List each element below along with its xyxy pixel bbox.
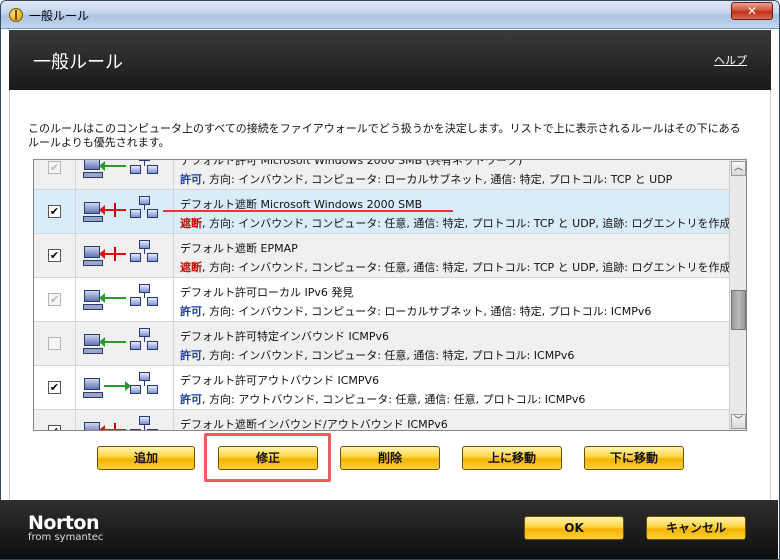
- move-up-button[interactable]: 上に移動: [462, 446, 562, 470]
- rule-enabled-checkbox[interactable]: ✔: [48, 249, 61, 262]
- rule-detail: 遮断, 方向: インバウンド, コンピュータ: 任意, 通信: 特定, プロトコ…: [180, 215, 730, 231]
- rule-verdict: 許可: [180, 305, 202, 318]
- rule-icon-cell: [76, 322, 174, 365]
- cancel-button[interactable]: キャンセル: [646, 516, 746, 540]
- rule-detail-text: , 方向: インバウンド, コンピュータ: 任意, 通信: 特定, プロトコル:…: [202, 217, 730, 230]
- help-link[interactable]: ヘルプ: [714, 52, 747, 68]
- rule-rows: ✔ デフォルト許可 Microsoft Windows 2000 SMB (共有ネ…: [34, 160, 730, 430]
- scroll-up-icon[interactable]: ︿: [731, 161, 746, 176]
- rule-icon-cell: [76, 410, 174, 430]
- norton-app-icon: [9, 8, 23, 22]
- rule-enabled-checkbox: ✔: [48, 161, 61, 174]
- rule-row[interactable]: デフォルト許可特定インバウンド ICMPv6 許可, 方向: インバウンド, コン…: [34, 322, 730, 366]
- rules-description: このルールはこのコンピュータ上のすべての接続をファイアウォールでどう扱うかを決定…: [28, 122, 741, 149]
- rule-icon-cell: [76, 278, 174, 321]
- rule-verdict: 遮断: [180, 217, 202, 230]
- rule-enabled-checkbox: ✔: [48, 293, 61, 306]
- rule-verdict: 許可: [180, 349, 202, 362]
- network-traffic-icon: [83, 328, 160, 360]
- rule-detail-text: , 方向: アウトバウンド, コンピュータ: 任意, 通信: 任意, プロトコル…: [202, 393, 586, 406]
- rule-list[interactable]: ✔ デフォルト許可 Microsoft Windows 2000 SMB (共有ネ…: [33, 159, 747, 431]
- rule-text: デフォルト遮断 Microsoft Windows 2000 SMB 遮断, 方向…: [180, 196, 730, 231]
- network-traffic-icon: [83, 196, 160, 228]
- title-bar[interactable]: 一般ルール ✕: [1, 1, 779, 29]
- rule-verdict: 許可: [180, 393, 202, 406]
- rule-verdict: 許可: [180, 173, 202, 186]
- rule-list-viewport: ✔ デフォルト許可 Microsoft Windows 2000 SMB (共有ネ…: [34, 160, 730, 430]
- page-header: 一般ルール ヘルプ: [9, 30, 771, 90]
- ok-button[interactable]: OK: [524, 516, 624, 540]
- rule-detail-text: , 方向: インバウンド, コンピュータ: ローカルサブネット, 通信: 特定,…: [202, 173, 673, 186]
- rule-check-cell: ✔: [34, 234, 76, 277]
- network-traffic-icon: [83, 284, 160, 316]
- rule-check-cell: ✔: [34, 366, 76, 409]
- add-button[interactable]: 追加: [97, 446, 195, 470]
- rule-enabled-checkbox[interactable]: ✔: [48, 205, 61, 218]
- move-down-button[interactable]: 下に移動: [584, 446, 684, 470]
- rule-icon-cell: [76, 160, 174, 189]
- scroll-thumb[interactable]: [731, 290, 746, 330]
- rule-detail-text: , 方向: インバウンド, コンピュータ: 任意, 通信: 特定, プロトコル:…: [202, 261, 730, 274]
- rule-check-cell: ✔: [34, 190, 76, 233]
- rule-name: デフォルト遮断 EPMAP: [180, 242, 298, 255]
- rule-name: デフォルト許可アウトバウンド ICMPV6: [180, 374, 380, 387]
- norton-logo: Norton from symantec: [28, 512, 103, 543]
- rule-name: デフォルト許可 Microsoft Windows 2000 SMB (共有ネッ…: [180, 160, 523, 167]
- logo-subtitle: from symantec: [28, 532, 104, 543]
- rule-enabled-checkbox[interactable]: ✔: [48, 425, 61, 430]
- page-title: 一般ルール: [33, 52, 123, 73]
- rule-detail-text: , 方向: インバウンド, コンピュータ: 任意, 通信: 特定, プロトコル:…: [202, 349, 575, 362]
- rule-check-cell: ✔: [34, 410, 76, 430]
- window-title: 一般ルール: [29, 9, 90, 23]
- rule-text: デフォルト許可アウトバウンド ICMPV6 許可, 方向: アウトバウンド, コン…: [180, 372, 725, 407]
- close-button[interactable]: ✕: [731, 2, 773, 20]
- rule-list-scrollbar[interactable]: ︿ ﹀: [729, 160, 746, 430]
- rule-row[interactable]: ✔ デフォルト遮断インバウンド/アウトバウンド ICMPv6遮断: [34, 410, 730, 430]
- network-traffic-icon: [84, 416, 160, 430]
- rule-name: デフォルト許可ローカル IPv6 発見: [180, 286, 354, 299]
- rule-check-cell: [34, 322, 76, 365]
- rule-row[interactable]: ✔ デフォルト許可 Microsoft Windows 2000 SMB (共有ネ…: [34, 160, 730, 190]
- rule-detail: 許可, 方向: インバウンド, コンピュータ: ローカルサブネット, 通信: 特…: [180, 171, 725, 187]
- rule-row[interactable]: ✔ デフォルト許可ローカル IPv6 発見 許可, 方向: インバウンド, コンピュ…: [34, 278, 730, 322]
- modify-button-highlight: [204, 433, 331, 482]
- rule-detail: 遮断, 方向: インバウンド, コンピュータ: 任意, 通信: 特定, プロトコ…: [180, 259, 730, 275]
- rule-detail-text: , 方向: インバウンド, コンピュータ: ローカルサブネット, 通信: 特定,…: [202, 305, 652, 318]
- rule-detail: 許可, 方向: インバウンド, コンピュータ: 任意, 通信: 特定, プロトコ…: [180, 347, 725, 363]
- network-traffic-icon: [83, 160, 160, 184]
- rule-icon-cell: [76, 190, 174, 233]
- rule-detail: 許可, 方向: アウトバウンド, コンピュータ: 任意, 通信: 任意, プロト…: [180, 391, 725, 407]
- rule-row[interactable]: ✔ デフォルト遮断 EPMAP 遮断, 方向: インバウンド, コンピュータ: 任意…: [34, 234, 730, 278]
- rule-text: デフォルト遮断インバウンド/アウトバウンド ICMPv6遮断: [180, 416, 725, 430]
- rule-detail: 許可, 方向: インバウンド, コンピュータ: ローカルサブネット, 通信: 特…: [180, 303, 725, 319]
- rule-icon-cell: [76, 366, 174, 409]
- rule-row[interactable]: ✔ デフォルト許可アウトバウンド ICMPV6 許可, 方向: アウトバウンド, コ…: [34, 366, 730, 410]
- network-traffic-icon: [83, 240, 160, 272]
- logo-brand: Norton: [28, 512, 100, 534]
- network-traffic-icon: [83, 372, 160, 404]
- rule-row[interactable]: ✔ デフォルト遮断 Microsoft Windows 2000 SMB 遮断, 方…: [34, 190, 730, 234]
- rule-name: デフォルト遮断インバウンド/アウトバウンド ICMPv6: [180, 418, 448, 430]
- rule-check-cell: ✔: [34, 160, 76, 189]
- rule-text: デフォルト遮断 EPMAP 遮断, 方向: インバウンド, コンピュータ: 任意,…: [180, 240, 730, 275]
- rule-enabled-checkbox[interactable]: ✔: [48, 381, 61, 394]
- rule-text: デフォルト許可特定インバウンド ICMPv6 許可, 方向: インバウンド, コン…: [180, 328, 725, 363]
- scroll-down-icon[interactable]: ﹀: [731, 414, 746, 429]
- rule-verdict: 遮断: [180, 261, 202, 274]
- rule-name: デフォルト許可特定インバウンド ICMPv6: [180, 330, 390, 343]
- rule-enabled-checkbox: [48, 337, 61, 350]
- rule-check-cell: ✔: [34, 278, 76, 321]
- rule-icon-cell: [76, 234, 174, 277]
- rule-text: デフォルト許可 Microsoft Windows 2000 SMB (共有ネッ…: [180, 160, 725, 187]
- delete-button[interactable]: 削除: [340, 446, 440, 470]
- rule-text: デフォルト許可ローカル IPv6 発見 許可, 方向: インバウンド, コンピュー…: [180, 284, 725, 319]
- annotation-underline: [163, 210, 453, 212]
